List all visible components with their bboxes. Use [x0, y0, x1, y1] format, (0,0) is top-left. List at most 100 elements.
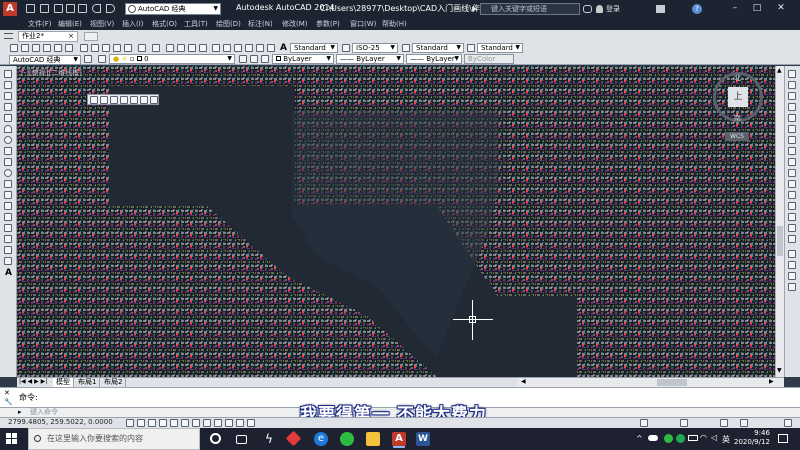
- spline-icon[interactable]: [4, 158, 12, 166]
- rectangle-icon[interactable]: [4, 114, 12, 122]
- erase-icon[interactable]: [788, 70, 796, 78]
- lightning-app-icon[interactable]: ϟ: [262, 432, 276, 446]
- word-icon[interactable]: W: [416, 432, 430, 446]
- toolbar-icon-6[interactable]: [140, 96, 148, 104]
- tool-palettes-icon[interactable]: [234, 44, 242, 52]
- tab-menu-icon[interactable]: [4, 33, 13, 39]
- move-icon[interactable]: [788, 125, 796, 133]
- horizontal-scrollbar[interactable]: ◀ ▶: [517, 377, 784, 387]
- ellipse-arc-icon[interactable]: [4, 180, 12, 188]
- table-style-select[interactable]: Standard ▼: [412, 43, 464, 53]
- menu-help[interactable]: 帮助(H): [382, 19, 407, 29]
- construction-line-icon[interactable]: [4, 81, 12, 89]
- menu-format[interactable]: 格式(O): [152, 19, 177, 29]
- search-input[interactable]: 键入关键字或短语: [480, 3, 580, 15]
- polyline-icon[interactable]: [4, 92, 12, 100]
- maximize-button[interactable]: □: [750, 2, 764, 15]
- text-style-icon[interactable]: A: [280, 44, 288, 53]
- array-icon[interactable]: [788, 114, 796, 122]
- design-center-icon[interactable]: [223, 44, 231, 52]
- viewcube-north[interactable]: 北: [734, 73, 741, 83]
- menu-insert[interactable]: 插入(I): [122, 19, 144, 29]
- drawing-canvas[interactable]: [-][俯视][二维线框] 上 北 南 WCS: [17, 66, 775, 377]
- extend-icon[interactable]: [788, 180, 796, 188]
- vertical-scrollbar[interactable]: ▲ ▼: [775, 66, 784, 377]
- layer-state-icon[interactable]: [261, 55, 269, 63]
- menu-view[interactable]: 视图(V): [90, 19, 114, 29]
- workspace-select-2[interactable]: AutoCAD 经典 ▼: [9, 55, 81, 65]
- notification-icon[interactable]: [778, 434, 788, 443]
- menu-parametric[interactable]: 参数(P): [316, 19, 340, 29]
- hatch-icon[interactable]: [4, 224, 12, 232]
- help-icon[interactable]: ?: [692, 4, 702, 14]
- linetype-select[interactable]: —— ByLayer ▼: [336, 54, 404, 64]
- open-file-icon[interactable]: [40, 4, 49, 13]
- menu-dimension[interactable]: 标注(N): [248, 19, 273, 29]
- workspace-settings-icon[interactable]: [84, 55, 92, 63]
- plot-icon[interactable]: [78, 4, 87, 13]
- tab-model[interactable]: 模型: [53, 378, 74, 387]
- stretch-icon[interactable]: [788, 158, 796, 166]
- scroll-up-icon[interactable]: ▲: [777, 67, 782, 74]
- tray-up-chevron-icon[interactable]: ^: [636, 434, 643, 443]
- dynamic-input-icon[interactable]: [214, 419, 222, 427]
- menu-tools[interactable]: 工具(T): [184, 19, 208, 29]
- copy-object-icon[interactable]: [788, 81, 796, 89]
- polygon-icon[interactable]: [4, 103, 12, 111]
- new-file-icon[interactable]: [26, 4, 35, 13]
- scroll-left-icon[interactable]: ◀: [521, 378, 526, 385]
- menu-edit[interactable]: 编辑(E): [58, 19, 82, 29]
- pan-icon[interactable]: [166, 44, 174, 52]
- zoom-realtime-icon[interactable]: [177, 44, 185, 52]
- search-expand-icon[interactable]: ▶: [472, 5, 477, 13]
- group-edit-icon[interactable]: [788, 283, 796, 291]
- sheet-set-icon[interactable]: [245, 44, 253, 52]
- undo-icon[interactable]: [92, 4, 101, 13]
- wcs-menu[interactable]: WCS: [725, 132, 749, 141]
- cursor-coordinates[interactable]: 2799.4805, 259.5022, 0.0000: [8, 418, 113, 426]
- exchange-icon[interactable]: [656, 5, 665, 13]
- transparency-icon[interactable]: [236, 419, 244, 427]
- save-as-icon[interactable]: [66, 4, 75, 13]
- toolbar-icon-7[interactable]: [150, 96, 158, 104]
- chamfer-icon[interactable]: [788, 213, 796, 221]
- tab-document[interactable]: 作业2* ×: [18, 31, 78, 42]
- properties-icon[interactable]: [212, 44, 220, 52]
- undo-icon[interactable]: [138, 44, 146, 52]
- publish-icon[interactable]: [65, 44, 73, 52]
- dim-style-icon[interactable]: [342, 44, 350, 52]
- save-icon[interactable]: [54, 4, 63, 13]
- cortana-icon[interactable]: [210, 433, 221, 444]
- command-settings-icon[interactable]: 🔧: [4, 398, 13, 406]
- login-button[interactable]: 登录: [606, 4, 620, 14]
- ellipse-icon[interactable]: [4, 169, 12, 177]
- system-clock[interactable]: 9:46 2020/9/12: [734, 429, 770, 447]
- binoculars-icon[interactable]: [583, 5, 592, 13]
- gradient-icon[interactable]: [4, 235, 12, 243]
- zoom-window-icon[interactable]: [188, 44, 196, 52]
- workspace-select[interactable]: AutoCAD 经典 ▼: [125, 3, 221, 15]
- ungroup-icon[interactable]: [788, 272, 796, 280]
- revision-cloud-icon[interactable]: [4, 147, 12, 155]
- table-icon[interactable]: [4, 257, 12, 265]
- 3d-osnap-icon[interactable]: [181, 419, 189, 427]
- join-icon[interactable]: [788, 202, 796, 210]
- task-view-icon[interactable]: [236, 435, 247, 444]
- line-icon[interactable]: [4, 70, 12, 78]
- taskbar-search-input[interactable]: 在这里输入你要搜索的内容: [28, 428, 200, 450]
- clean-screen-icon[interactable]: [784, 419, 792, 427]
- dim-style-select[interactable]: ISO-25 ▼: [352, 43, 398, 53]
- table-style-icon[interactable]: [402, 44, 410, 52]
- break-icon[interactable]: [788, 191, 796, 199]
- point-icon[interactable]: [4, 213, 12, 221]
- close-icon[interactable]: ×: [68, 32, 74, 41]
- menu-window[interactable]: 窗口(W): [350, 19, 376, 29]
- viewcube[interactable]: 上 北 南: [713, 72, 763, 122]
- vertical-scroll-thumb[interactable]: [777, 226, 783, 256]
- mirror-icon[interactable]: [788, 92, 796, 100]
- draworder-icon[interactable]: [788, 250, 796, 258]
- print-icon[interactable]: [43, 44, 51, 52]
- close-button[interactable]: ✕: [774, 2, 788, 15]
- redo-icon[interactable]: [106, 4, 115, 13]
- toolbar-icon-2[interactable]: [100, 96, 108, 104]
